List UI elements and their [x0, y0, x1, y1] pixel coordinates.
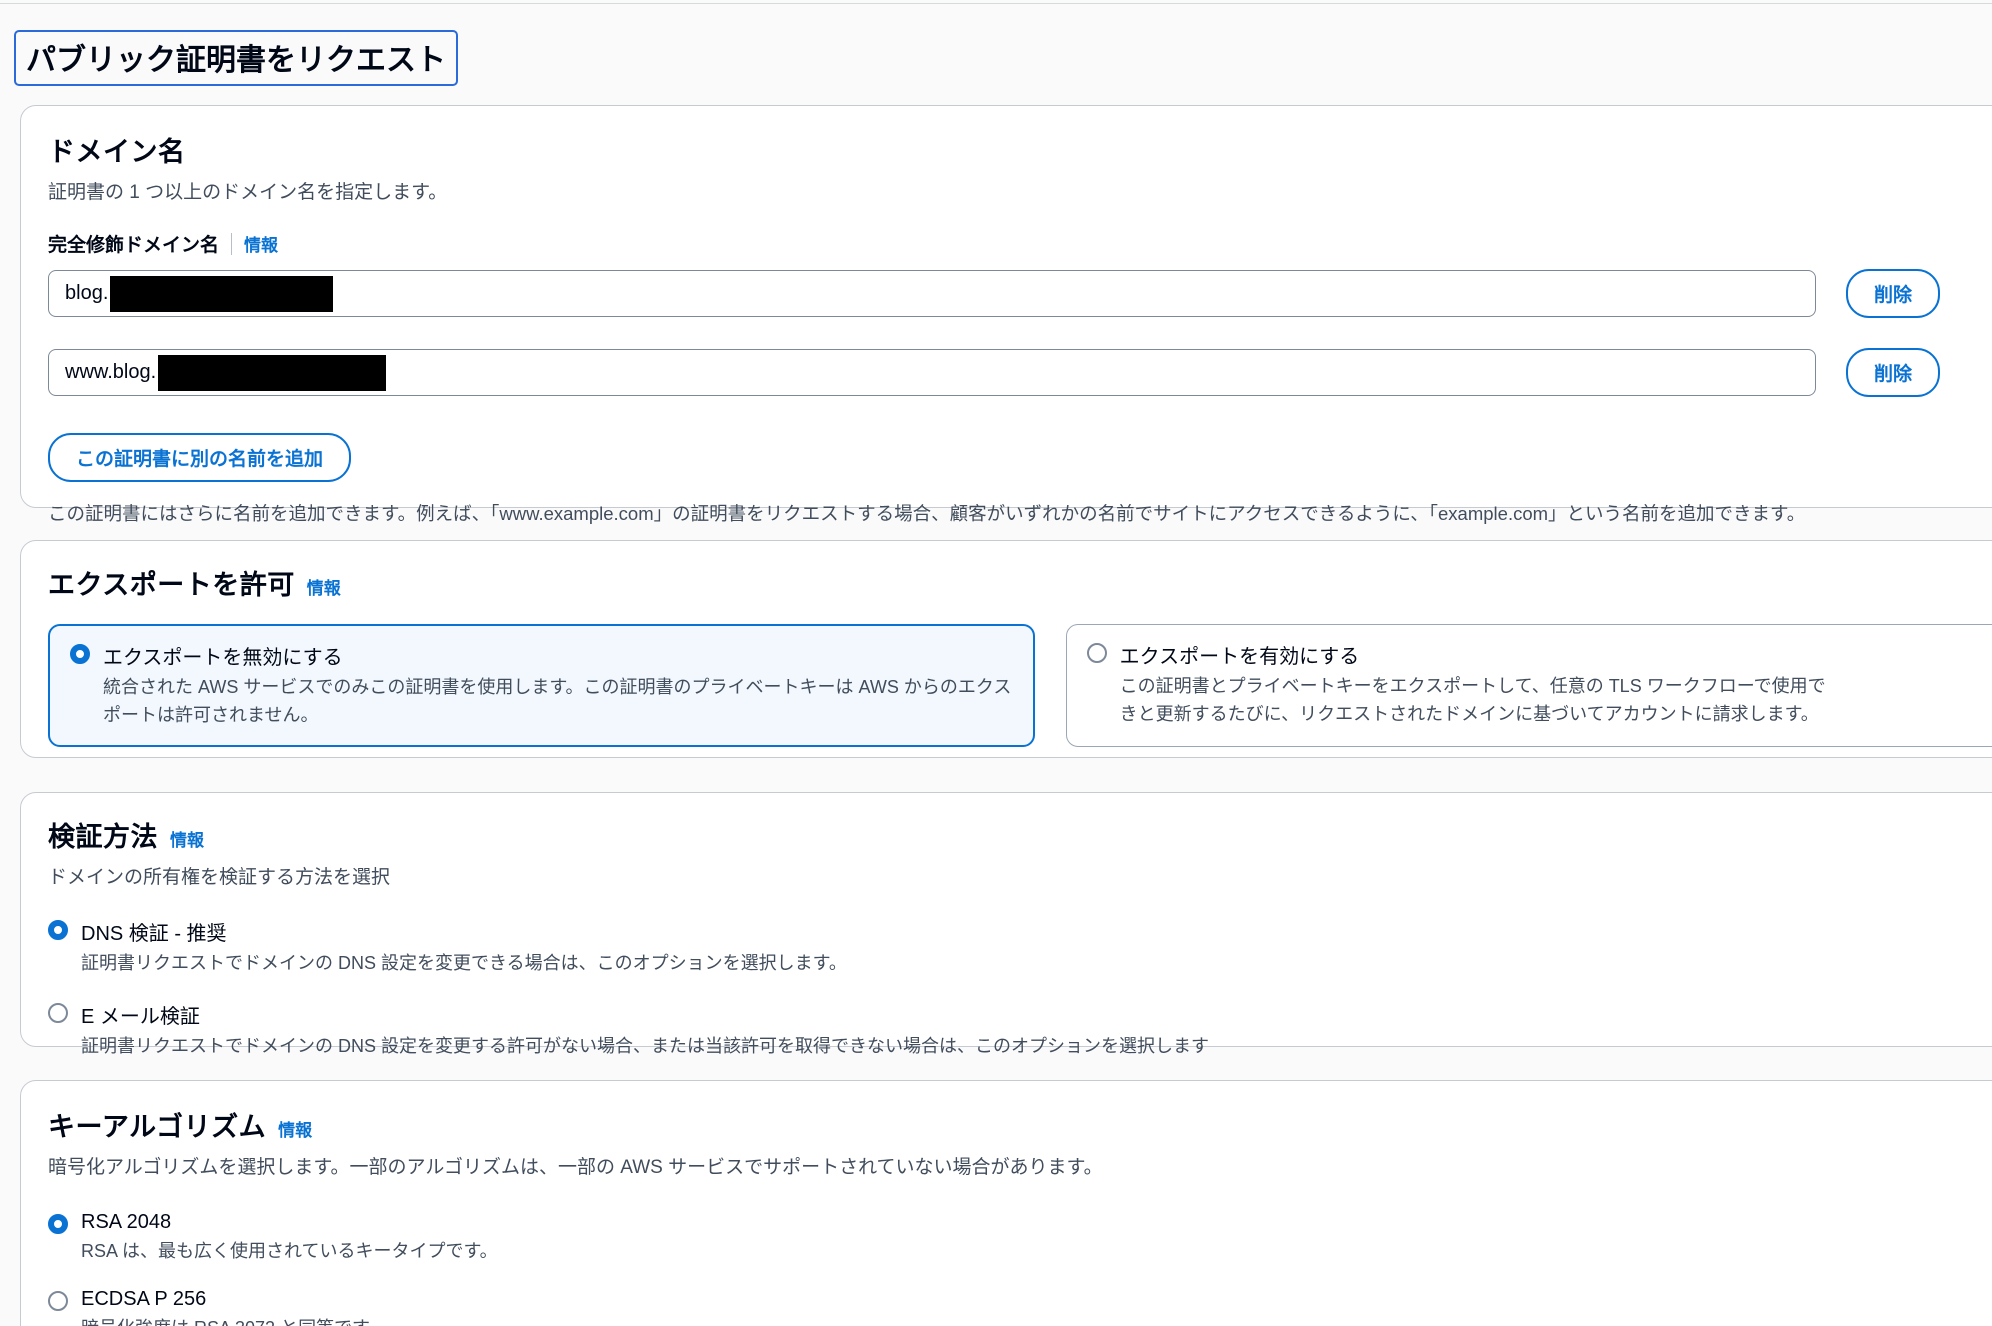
ecdsa-p256-description: 暗号化強度は RSA 3072 と同等です。: [81, 1315, 1992, 1326]
delete-domain-2-button[interactable]: 削除: [1846, 348, 1940, 397]
add-name-help-text: この証明書にはさらに名前を追加できます。例えば、「www.example.com…: [48, 500, 1992, 526]
rsa-2048-label: RSA 2048: [81, 1211, 171, 1234]
email-validation-option[interactable]: E メール検証 証明書リクエストでドメインの DNS 設定を変更する許可がない場…: [48, 1000, 1992, 1061]
email-validation-description: 証明書リクエストでドメインの DNS 設定を変更する許可がない場合、または当該許…: [81, 1033, 1992, 1061]
fqdn-info-link[interactable]: 情報: [244, 231, 278, 256]
radio-checked-icon[interactable]: [70, 644, 90, 664]
export-disable-label: エクスポートを無効にする: [103, 641, 343, 670]
add-another-name-button[interactable]: この証明書に別の名前を追加: [48, 433, 351, 482]
domain-names-card: ドメイン名 証明書の 1 つ以上のドメイン名を指定します。 完全修飾ドメイン名 …: [20, 105, 1992, 508]
ecdsa-p256-option[interactable]: ECDSA P 256 暗号化強度は RSA 3072 と同等です。: [48, 1288, 1992, 1326]
validation-method-card: 検証方法 情報 ドメインの所有権を検証する方法を選択 DNS 検証 - 推奨 証…: [20, 792, 1992, 1047]
radio-checked-icon[interactable]: [48, 1214, 68, 1234]
ecdsa-p256-label: ECDSA P 256: [81, 1288, 206, 1311]
radio-unchecked-icon[interactable]: [48, 1003, 68, 1023]
dns-validation-option[interactable]: DNS 検証 - 推奨 証明書リクエストでドメインの DNS 設定を変更できる場…: [48, 917, 1992, 978]
domain-input-2[interactable]: www.blog.: [48, 349, 1816, 396]
key-algorithm-card: キーアルゴリズム 情報 暗号化アルゴリズムを選択します。一部のアルゴリズムは、一…: [20, 1080, 1992, 1326]
page-title: パブリック証明書をリクエスト: [14, 30, 458, 86]
export-enable-tile[interactable]: エクスポートを有効にする この証明書とプライベートキーをエクスポートして、任意の…: [1066, 624, 1992, 747]
domain-input-1[interactable]: blog.: [48, 270, 1816, 317]
export-info-link[interactable]: 情報: [307, 574, 341, 599]
export-enable-description-line2: きと更新するたびに、リクエストされたドメインに基づいてアカウントに請求します。: [1120, 701, 1992, 729]
rsa-2048-description: RSA は、最も広く使用されているキータイプです。: [81, 1238, 1992, 1266]
validation-info-link[interactable]: 情報: [170, 826, 204, 851]
domain-card-description: 証明書の 1 つ以上のドメイン名を指定します。: [48, 177, 1992, 204]
export-enable-description-line1: この証明書とプライベートキーをエクスポートして、任意の TLS ワークフローで使…: [1120, 673, 1992, 701]
rsa-2048-option[interactable]: RSA 2048 RSA は、最も広く使用されているキータイプです。: [48, 1211, 1992, 1266]
export-enable-label: エクスポートを有効にする: [1120, 640, 1360, 669]
key-algorithm-description: 暗号化アルゴリズムを選択します。一部のアルゴリズムは、一部の AWS サービスで…: [48, 1152, 1992, 1179]
domain-input-2-value: www.blog.: [65, 361, 156, 384]
validation-card-description: ドメインの所有権を検証する方法を選択: [48, 862, 1992, 889]
redacted-domain-2: [158, 355, 386, 391]
dns-validation-description: 証明書リクエストでドメインの DNS 設定を変更できる場合は、このオプションを選…: [81, 950, 1992, 978]
key-algorithm-heading: キーアルゴリズム: [48, 1105, 266, 1144]
domain-card-heading: ドメイン名: [48, 130, 186, 169]
key-algorithm-info-link[interactable]: 情報: [278, 1116, 312, 1141]
top-divider: [0, 3, 1992, 4]
export-disable-tile[interactable]: エクスポートを無効にする 統合された AWS サービスでのみこの証明書を使用しま…: [48, 624, 1035, 747]
redacted-domain-1: [110, 276, 333, 312]
radio-unchecked-icon[interactable]: [1087, 643, 1107, 663]
radio-unchecked-icon[interactable]: [48, 1291, 68, 1311]
label-divider: [231, 233, 232, 255]
allow-export-card: エクスポートを許可 情報 エクスポートを無効にする 統合された AWS サービス…: [20, 540, 1992, 758]
radio-checked-icon[interactable]: [48, 920, 68, 940]
fqdn-label: 完全修飾ドメイン名: [48, 230, 219, 257]
email-validation-label: E メール検証: [81, 1000, 200, 1029]
dns-validation-label: DNS 検証 - 推奨: [81, 917, 227, 946]
export-disable-description: 統合された AWS サービスでのみこの証明書を使用します。この証明書のプライベー…: [103, 674, 1013, 730]
validation-card-heading: 検証方法: [48, 815, 158, 854]
domain-input-1-value: blog.: [65, 282, 108, 305]
export-card-heading: エクスポートを許可: [48, 563, 295, 602]
acm-request-page: パブリック証明書をリクエスト ドメイン名 証明書の 1 つ以上のドメイン名を指定…: [0, 0, 1992, 1326]
delete-domain-1-button[interactable]: 削除: [1846, 269, 1940, 318]
